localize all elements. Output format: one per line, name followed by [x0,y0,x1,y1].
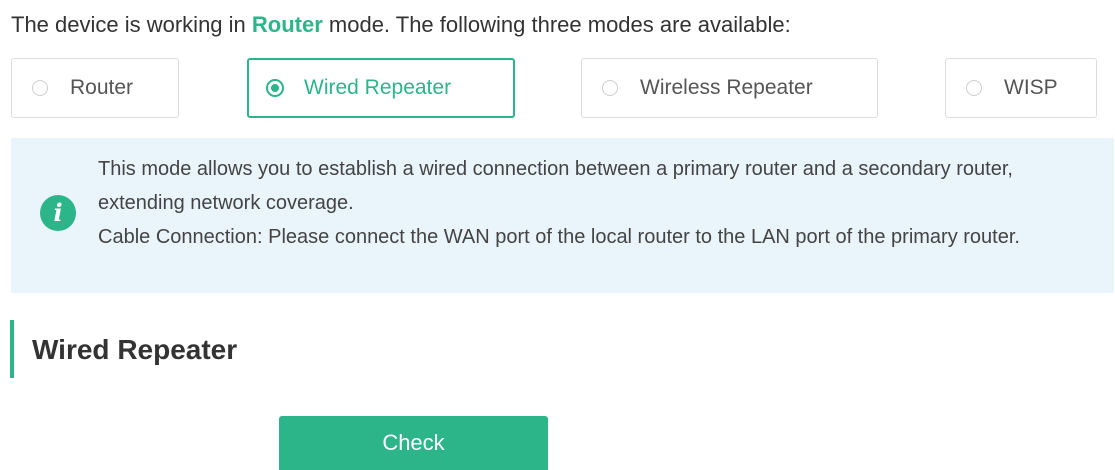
section-title: Wired Repeater [32,334,238,365]
info-description: This mode allows you to establish a wire… [98,158,1013,214]
current-mode-name: Router [251,12,323,37]
check-button[interactable]: Check [279,416,548,470]
info-icon: i [40,195,76,231]
section-accent-bar [10,320,14,378]
work-mode-page: The device is working in Router mode. Th… [0,0,1115,470]
mode-sentence-prefix: The device is working in [11,12,252,37]
mode-option-label: WISP [1004,76,1058,99]
radio-icon[interactable] [602,80,618,96]
current-mode-description: The device is working in Router mode. Th… [11,10,791,40]
mode-option-router[interactable]: Router [11,58,179,118]
mode-option-label: Wireless Repeater [640,76,813,99]
mode-option-label: Wired Repeater [304,76,452,99]
mode-option-label: Router [70,76,134,99]
radio-icon[interactable] [966,80,982,96]
radio-selected-icon[interactable] [266,79,284,97]
mode-option-wired-repeater[interactable]: Wired Repeater [247,58,515,118]
info-cable-connection: Cable Connection: Please connect the WAN… [98,226,1020,248]
mode-sentence-suffix: mode. The following three modes are avai… [322,12,791,37]
info-text: This mode allows you to establish a wire… [98,152,1098,254]
mode-option-wisp[interactable]: WISP [945,58,1097,118]
mode-option-wireless-repeater[interactable]: Wireless Repeater [581,58,878,118]
mode-info-box: i This mode allows you to establish a wi… [11,138,1114,293]
radio-icon[interactable] [32,80,48,96]
